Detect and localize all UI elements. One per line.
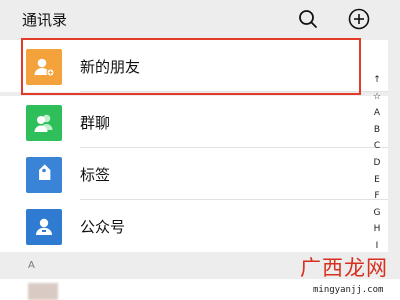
add-circle-icon[interactable] xyxy=(348,8,370,30)
index-letter[interactable]: A xyxy=(366,105,388,122)
official-account-icon xyxy=(26,209,62,245)
list-item-label: 新的朋友 xyxy=(80,58,141,76)
index-letter[interactable]: G xyxy=(366,205,388,222)
watermark-text: 广西龙网 xyxy=(300,256,388,280)
divider xyxy=(80,91,388,92)
index-letter[interactable]: ↑ xyxy=(366,72,388,89)
index-letter[interactable]: D xyxy=(366,155,388,172)
index-letter[interactable]: E xyxy=(366,172,388,189)
section-label: A xyxy=(28,260,35,271)
list-item-group-chats[interactable]: 群聊 xyxy=(0,96,388,148)
index-letter[interactable]: C xyxy=(366,138,388,155)
index-letter[interactable]: ☆ xyxy=(366,89,388,106)
list-item-label: 标签 xyxy=(80,166,111,184)
index-letter[interactable]: B xyxy=(366,122,388,139)
search-icon[interactable] xyxy=(297,8,319,30)
list-item-tags[interactable]: 标签 xyxy=(0,148,388,200)
watermark-url: mingyanjj.com xyxy=(313,285,384,295)
page-title: 通讯录 xyxy=(22,11,68,29)
group-icon xyxy=(26,105,62,141)
list-item-label: 群聊 xyxy=(80,114,111,132)
index-letter[interactable]: H xyxy=(366,221,388,238)
index-letter[interactable]: F xyxy=(366,188,388,205)
list-item-official-accounts[interactable]: 公众号 xyxy=(0,200,388,252)
list-item-new-friends[interactable]: 新的朋友 xyxy=(0,40,388,92)
avatar xyxy=(28,283,58,300)
add-friend-icon xyxy=(26,49,62,85)
header-bar: 通讯录 xyxy=(0,0,400,38)
tag-icon xyxy=(26,157,62,193)
list-item-label: 公众号 xyxy=(80,218,126,236)
